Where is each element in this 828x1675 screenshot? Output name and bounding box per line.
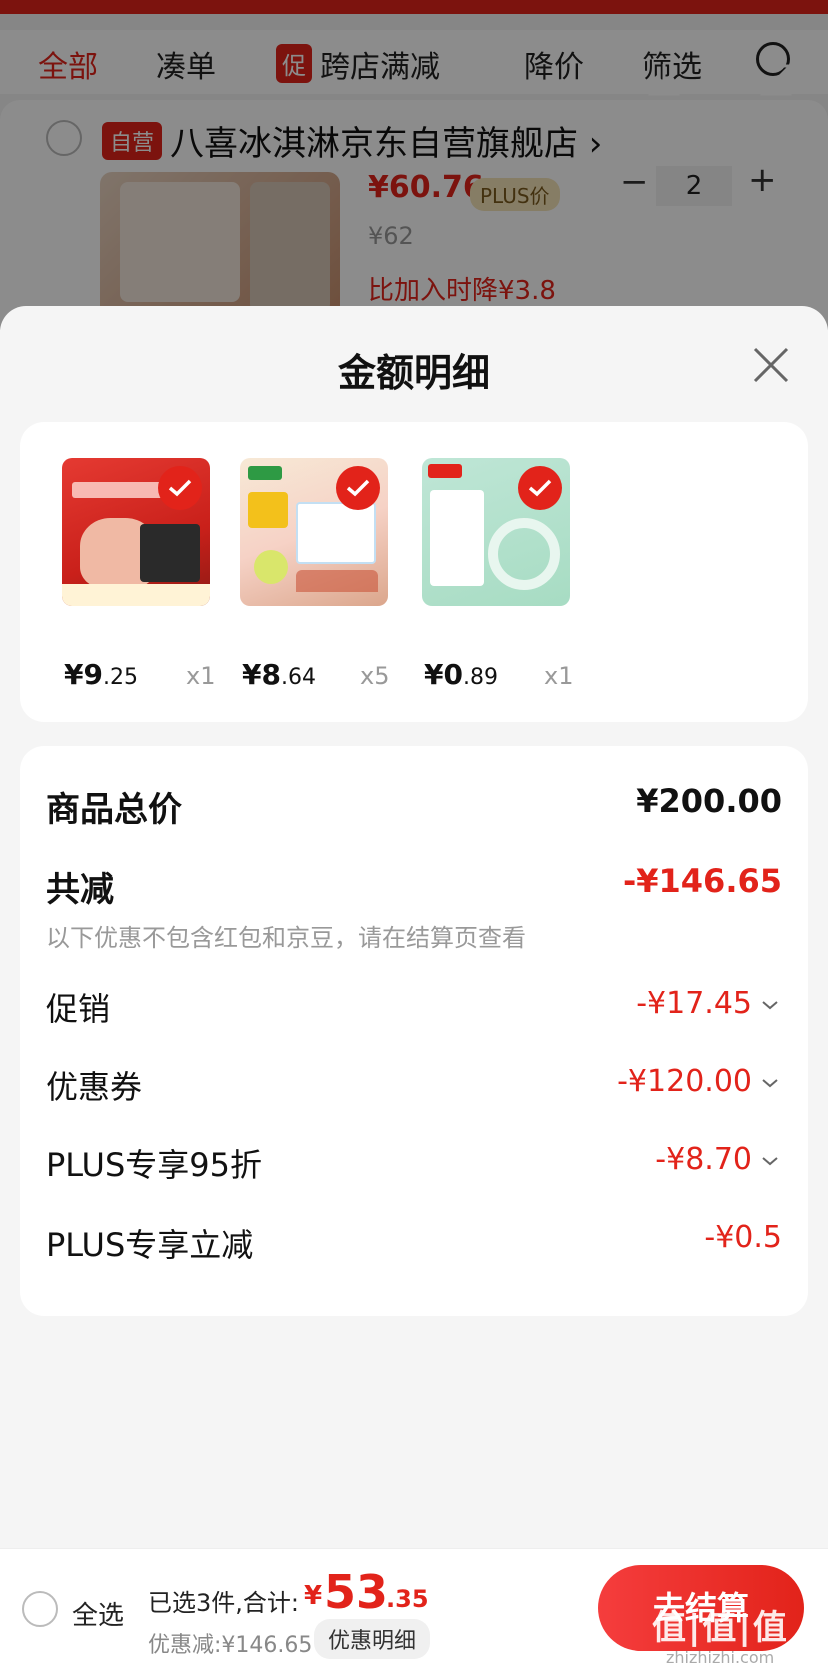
goods-price-dec: .64 (280, 665, 316, 690)
goods-item[interactable]: ¥8.64 x5 (240, 458, 390, 691)
goods-price: ¥8.64 (242, 658, 316, 691)
coupon-label[interactable]: 优惠券 (46, 1062, 142, 1108)
saved-amount: 优惠减:¥146.65 (148, 1633, 313, 1658)
coupon-value[interactable]: -¥120.00 (617, 1064, 752, 1099)
check-icon[interactable] (518, 466, 562, 510)
goods-item[interactable]: ¥9.25 x1 (62, 458, 215, 691)
modal-overlay[interactable] (0, 0, 828, 330)
check-icon[interactable] (158, 466, 202, 510)
select-all-radio-icon[interactable] (22, 1591, 58, 1627)
plus95-label[interactable]: PLUS专享95折 (46, 1140, 262, 1186)
price-detail-card: 商品总价 ¥200.00 共减 -¥146.65 以下优惠不包含红包和京豆，请在… (20, 746, 808, 1316)
selected-goods-card: ¥9.25 x1 ¥8.64 x5 ¥0.89 x1 (20, 422, 808, 722)
thumb-box-graphic (296, 502, 376, 564)
thumb-banner-graphic (72, 482, 172, 498)
goods-price-dec: .25 (102, 665, 138, 690)
goods-item[interactable]: ¥0.89 x1 (422, 458, 573, 691)
goods-price: ¥9.25 (64, 658, 138, 691)
check-icon[interactable] (336, 466, 380, 510)
select-all-label[interactable]: 全选 (72, 1595, 124, 1632)
amount-detail-sheet: 金额明细 ¥9.25 x1 ¥8.64 x5 ¥0.89 x1 商品总价 ¥20… (0, 306, 828, 1675)
goods-price-int: ¥9 (64, 658, 103, 691)
discount-detail-button[interactable]: 优惠明细 (314, 1619, 431, 1659)
plus-instant-label: PLUS专享立减 (46, 1226, 254, 1264)
thumb-card-graphic (430, 490, 484, 586)
thumb-box-graphic (140, 524, 200, 582)
goods-thumbnail (62, 458, 210, 606)
promo-value[interactable]: -¥17.45 (636, 986, 752, 1021)
chevron-down-icon[interactable] (760, 1154, 780, 1168)
goods-quantity: x1 (544, 662, 574, 690)
selected-summary: 已选3件,合计: (148, 1589, 299, 1617)
total-amount-int: 53 (324, 1565, 389, 1619)
total-currency: ¥ (304, 1581, 323, 1611)
chevron-down-icon[interactable] (760, 998, 780, 1012)
goods-price-int: ¥8 (242, 658, 281, 691)
thumb-logo-graphic (428, 464, 462, 478)
goods-quantity: x5 (360, 662, 390, 690)
total-price-label: 商品总价 (46, 790, 182, 830)
goods-price-int: ¥0 (424, 658, 463, 691)
watermark-logo: 值|值|值 (652, 1608, 789, 1648)
goods-price: ¥0.89 (424, 658, 498, 691)
close-icon[interactable] (752, 346, 790, 384)
sheet-title: 金额明细 (337, 351, 490, 395)
total-amount-dec: .35 (386, 1585, 429, 1613)
thumb-badge-graphic (248, 492, 288, 528)
discount-value: -¥146.65 (622, 862, 782, 900)
promo-label[interactable]: 促销 (46, 984, 110, 1030)
total-price-value: ¥200.00 (636, 782, 782, 820)
goods-price-dec: .89 (462, 665, 498, 690)
thumb-fruit-graphic (254, 550, 288, 584)
watermark-url: zhizhizhi.com (666, 1648, 775, 1667)
goods-thumbnail (422, 458, 570, 606)
goods-thumbnail (240, 458, 388, 606)
thumb-footer-graphic (62, 584, 210, 606)
thumb-tape-graphic (488, 518, 560, 590)
chevron-down-icon[interactable] (760, 1076, 780, 1090)
goods-quantity: x1 (186, 662, 216, 690)
discount-label: 共减 (46, 870, 114, 910)
thumb-castle-graphic (296, 570, 378, 592)
plus-instant-value: -¥0.5 (704, 1220, 782, 1255)
thumb-logo-graphic (248, 466, 282, 480)
discount-note: 以下优惠不包含红包和京豆，请在结算页查看 (46, 924, 526, 952)
plus95-value[interactable]: -¥8.70 (655, 1142, 752, 1177)
